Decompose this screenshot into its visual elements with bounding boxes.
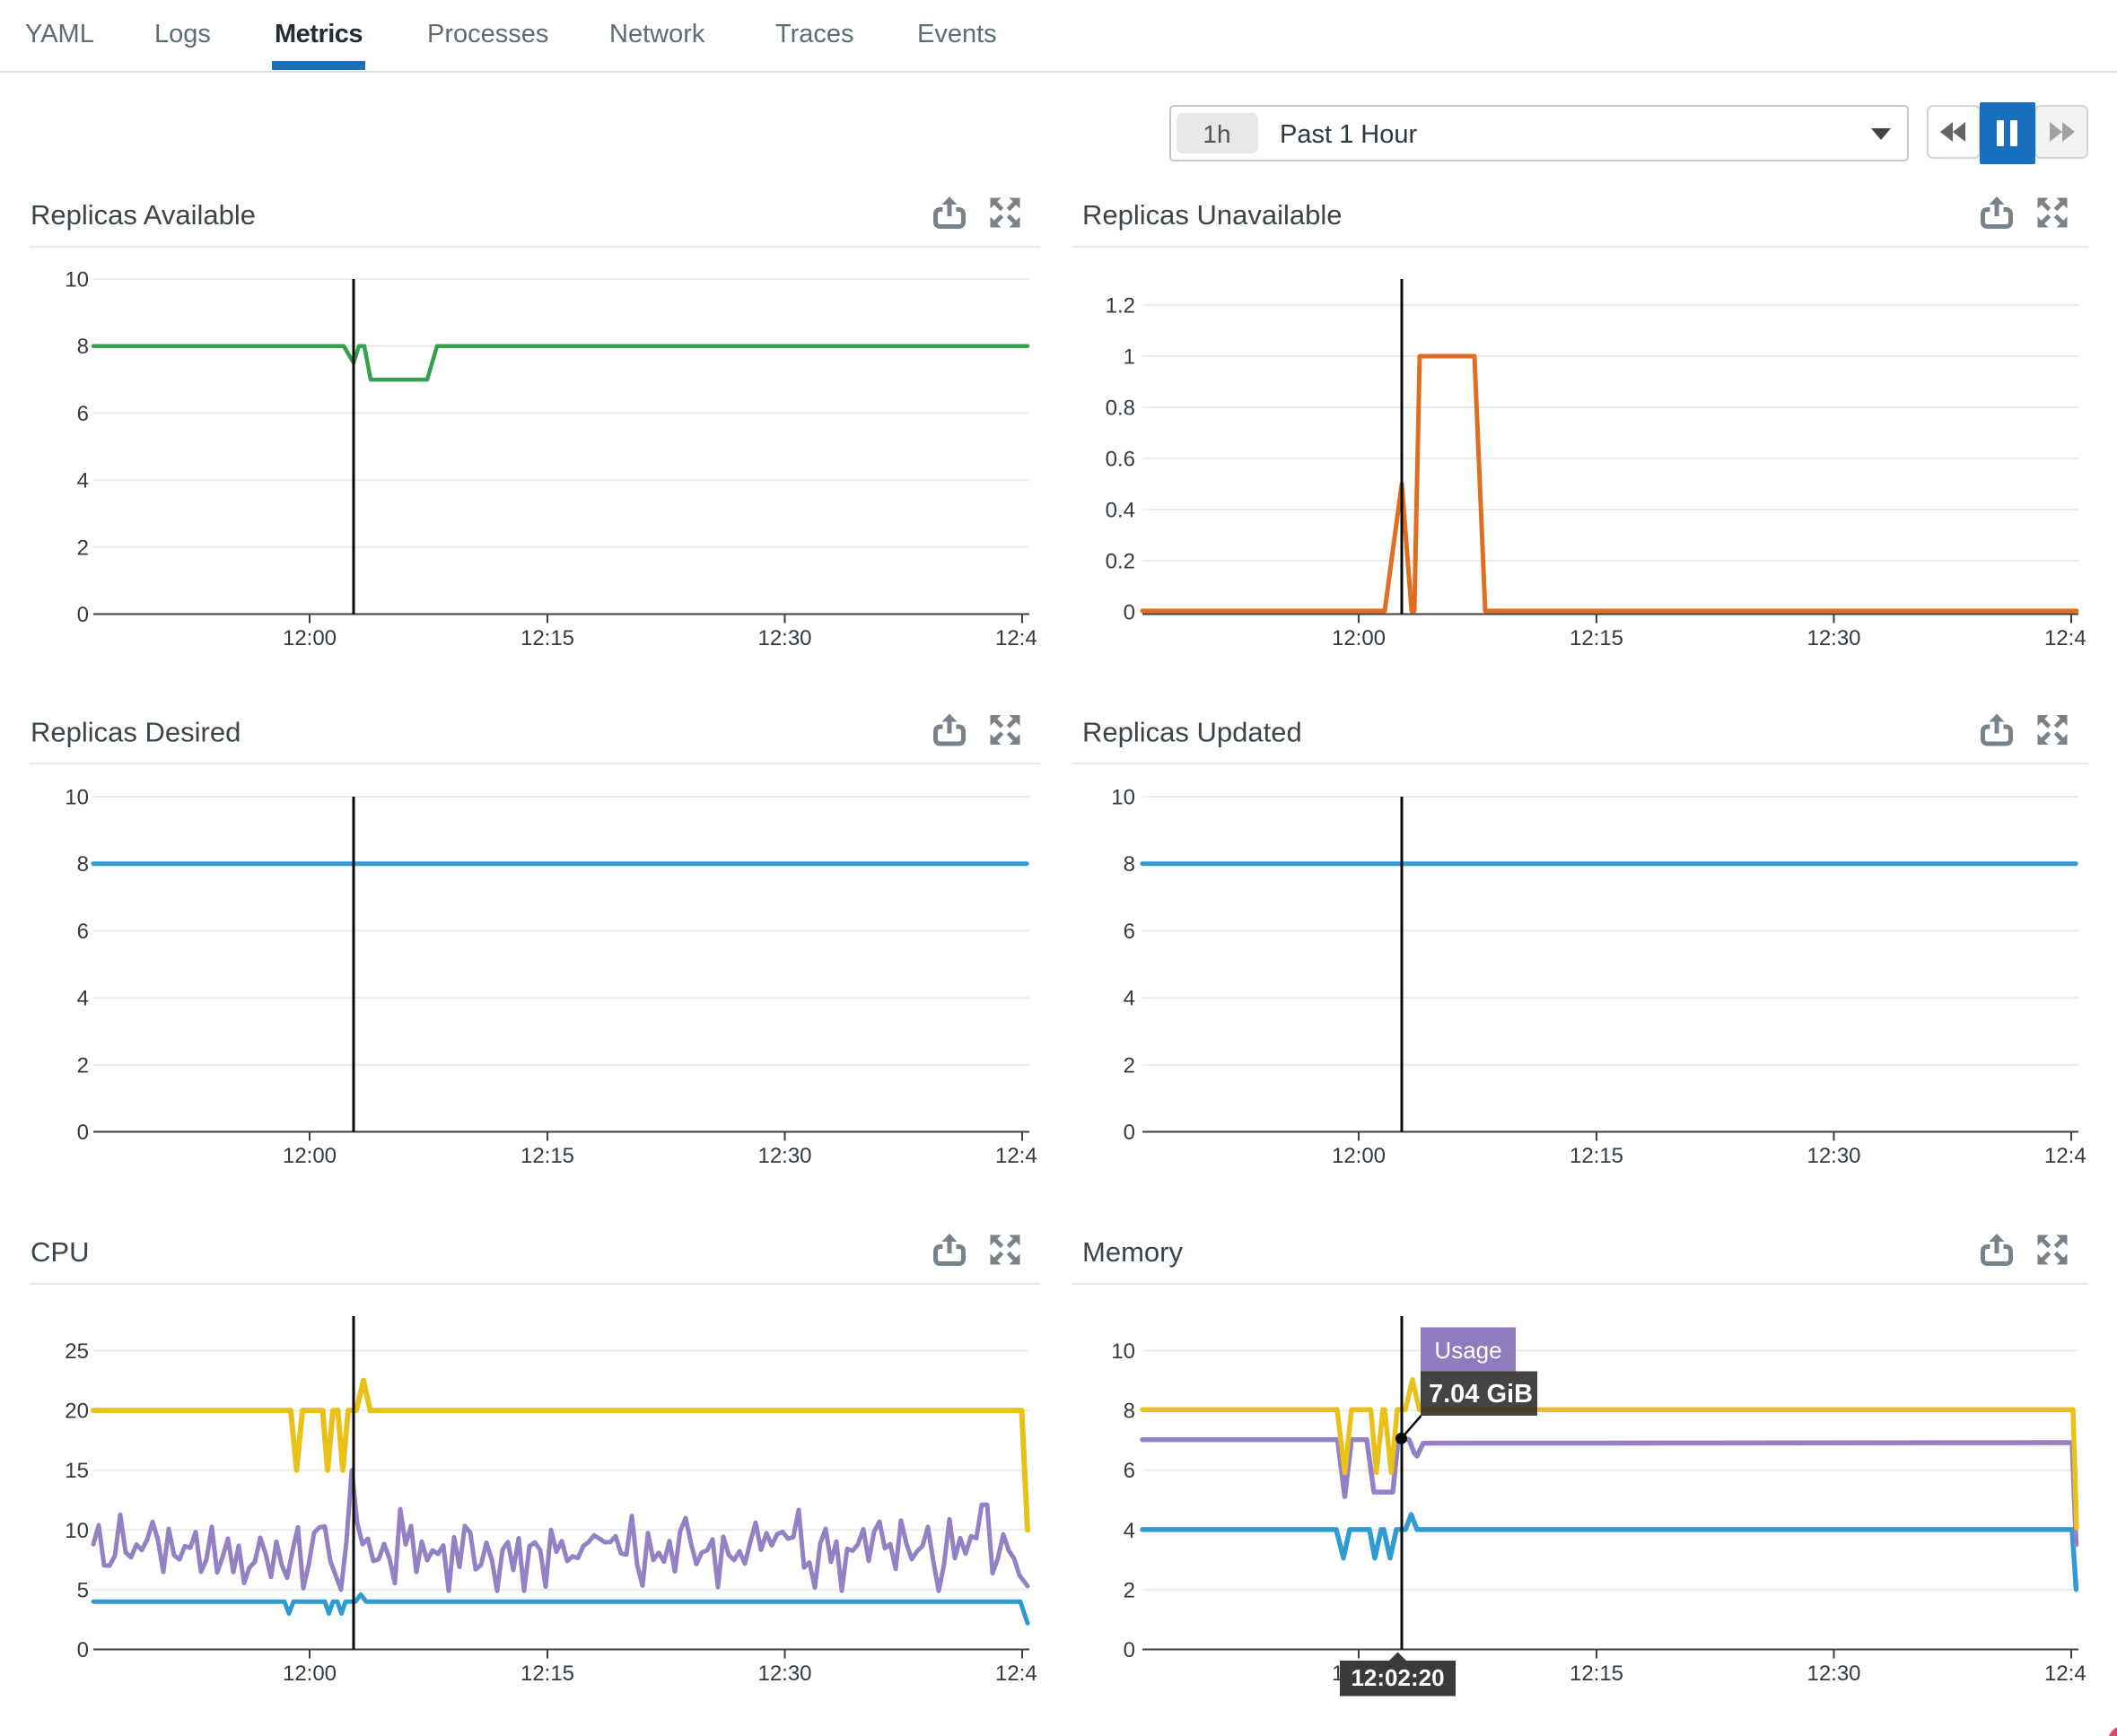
svg-text:12:15: 12:15 <box>1570 626 1623 650</box>
svg-text:8: 8 <box>77 852 89 877</box>
svg-text:2: 2 <box>1124 1053 1135 1077</box>
svg-text:10: 10 <box>65 786 89 810</box>
svg-text:12:30: 12:30 <box>757 1144 811 1168</box>
svg-text:0: 0 <box>77 1121 89 1145</box>
svg-text:8: 8 <box>1124 1400 1135 1424</box>
svg-text:12:30: 12:30 <box>1806 626 1860 650</box>
svg-text:8: 8 <box>77 335 89 359</box>
svg-text:0: 0 <box>77 1638 89 1662</box>
svg-text:8: 8 <box>1124 852 1135 877</box>
svg-text:5: 5 <box>77 1578 89 1602</box>
svg-text:0.2: 0.2 <box>1106 550 1135 574</box>
svg-text:0: 0 <box>1124 1121 1135 1145</box>
svg-text:15: 15 <box>65 1459 89 1483</box>
svg-text:Processes: Processes <box>427 20 548 48</box>
svg-text:0: 0 <box>1124 1638 1135 1662</box>
svg-text:12:15: 12:15 <box>521 626 574 650</box>
svg-text:Traces: Traces <box>775 20 854 48</box>
svg-text:4: 4 <box>77 469 89 493</box>
svg-text:10: 10 <box>1111 786 1135 810</box>
svg-text:12:30: 12:30 <box>1806 1662 1860 1686</box>
svg-text:12:30: 12:30 <box>757 1662 811 1686</box>
svg-text:10: 10 <box>1111 1339 1135 1364</box>
svg-text:12:30: 12:30 <box>1806 1144 1860 1168</box>
svg-text:1: 1 <box>1124 345 1135 370</box>
svg-text:Memory: Memory <box>1082 1236 1183 1268</box>
svg-text:4: 4 <box>1124 1519 1135 1543</box>
svg-text:2: 2 <box>1124 1578 1135 1602</box>
svg-text:6: 6 <box>77 402 89 426</box>
svg-text:10: 10 <box>65 1519 89 1543</box>
svg-text:0: 0 <box>77 603 89 627</box>
svg-text:1h: 1h <box>1203 120 1230 148</box>
svg-text:12:15: 12:15 <box>521 1144 574 1168</box>
svg-text:6: 6 <box>77 920 89 944</box>
svg-text:4: 4 <box>1124 987 1135 1011</box>
svg-text:25: 25 <box>65 1339 89 1364</box>
svg-text:Past 1 Hour: Past 1 Hour <box>1280 120 1417 149</box>
svg-text:12:00: 12:00 <box>1332 626 1386 650</box>
svg-text:6: 6 <box>1124 1459 1135 1483</box>
svg-text:7.04 GiB: 7.04 GiB <box>1429 1380 1533 1409</box>
svg-text:10: 10 <box>65 268 89 292</box>
svg-text:12:02:20: 12:02:20 <box>1351 1664 1444 1691</box>
svg-text:YAML: YAML <box>25 20 94 48</box>
svg-text:2: 2 <box>77 536 89 560</box>
svg-text:Replicas Updated: Replicas Updated <box>1082 717 1302 748</box>
svg-text:12:00: 12:00 <box>283 626 337 650</box>
svg-text:Metrics: Metrics <box>275 20 363 48</box>
svg-text:6: 6 <box>1124 920 1135 944</box>
svg-text:12:00: 12:00 <box>283 1144 337 1168</box>
svg-text:Usage: Usage <box>1434 1337 1501 1364</box>
svg-text:CPU: CPU <box>31 1236 89 1268</box>
svg-text:12:00: 12:00 <box>283 1662 337 1686</box>
svg-text:12:15: 12:15 <box>1570 1144 1623 1168</box>
svg-text:0: 0 <box>1124 601 1135 625</box>
svg-text:Network: Network <box>609 20 705 48</box>
svg-text:12:15: 12:15 <box>521 1662 574 1686</box>
svg-text:Replicas Unavailable: Replicas Unavailable <box>1082 199 1343 231</box>
svg-text:12:00: 12:00 <box>1332 1144 1386 1168</box>
svg-text:4: 4 <box>77 987 89 1011</box>
svg-text:0.6: 0.6 <box>1106 448 1135 472</box>
svg-text:0.8: 0.8 <box>1106 397 1135 421</box>
svg-text:Events: Events <box>917 20 997 48</box>
svg-text:20: 20 <box>65 1400 89 1424</box>
svg-text:12:30: 12:30 <box>757 626 811 650</box>
svg-text:0.4: 0.4 <box>1106 499 1135 523</box>
svg-text:2: 2 <box>77 1053 89 1077</box>
svg-text:Logs: Logs <box>154 20 211 48</box>
svg-text:1.2: 1.2 <box>1106 294 1135 318</box>
svg-text:12:15: 12:15 <box>1570 1662 1623 1686</box>
svg-text:Replicas Available: Replicas Available <box>31 199 256 231</box>
svg-text:Replicas Desired: Replicas Desired <box>31 717 241 748</box>
